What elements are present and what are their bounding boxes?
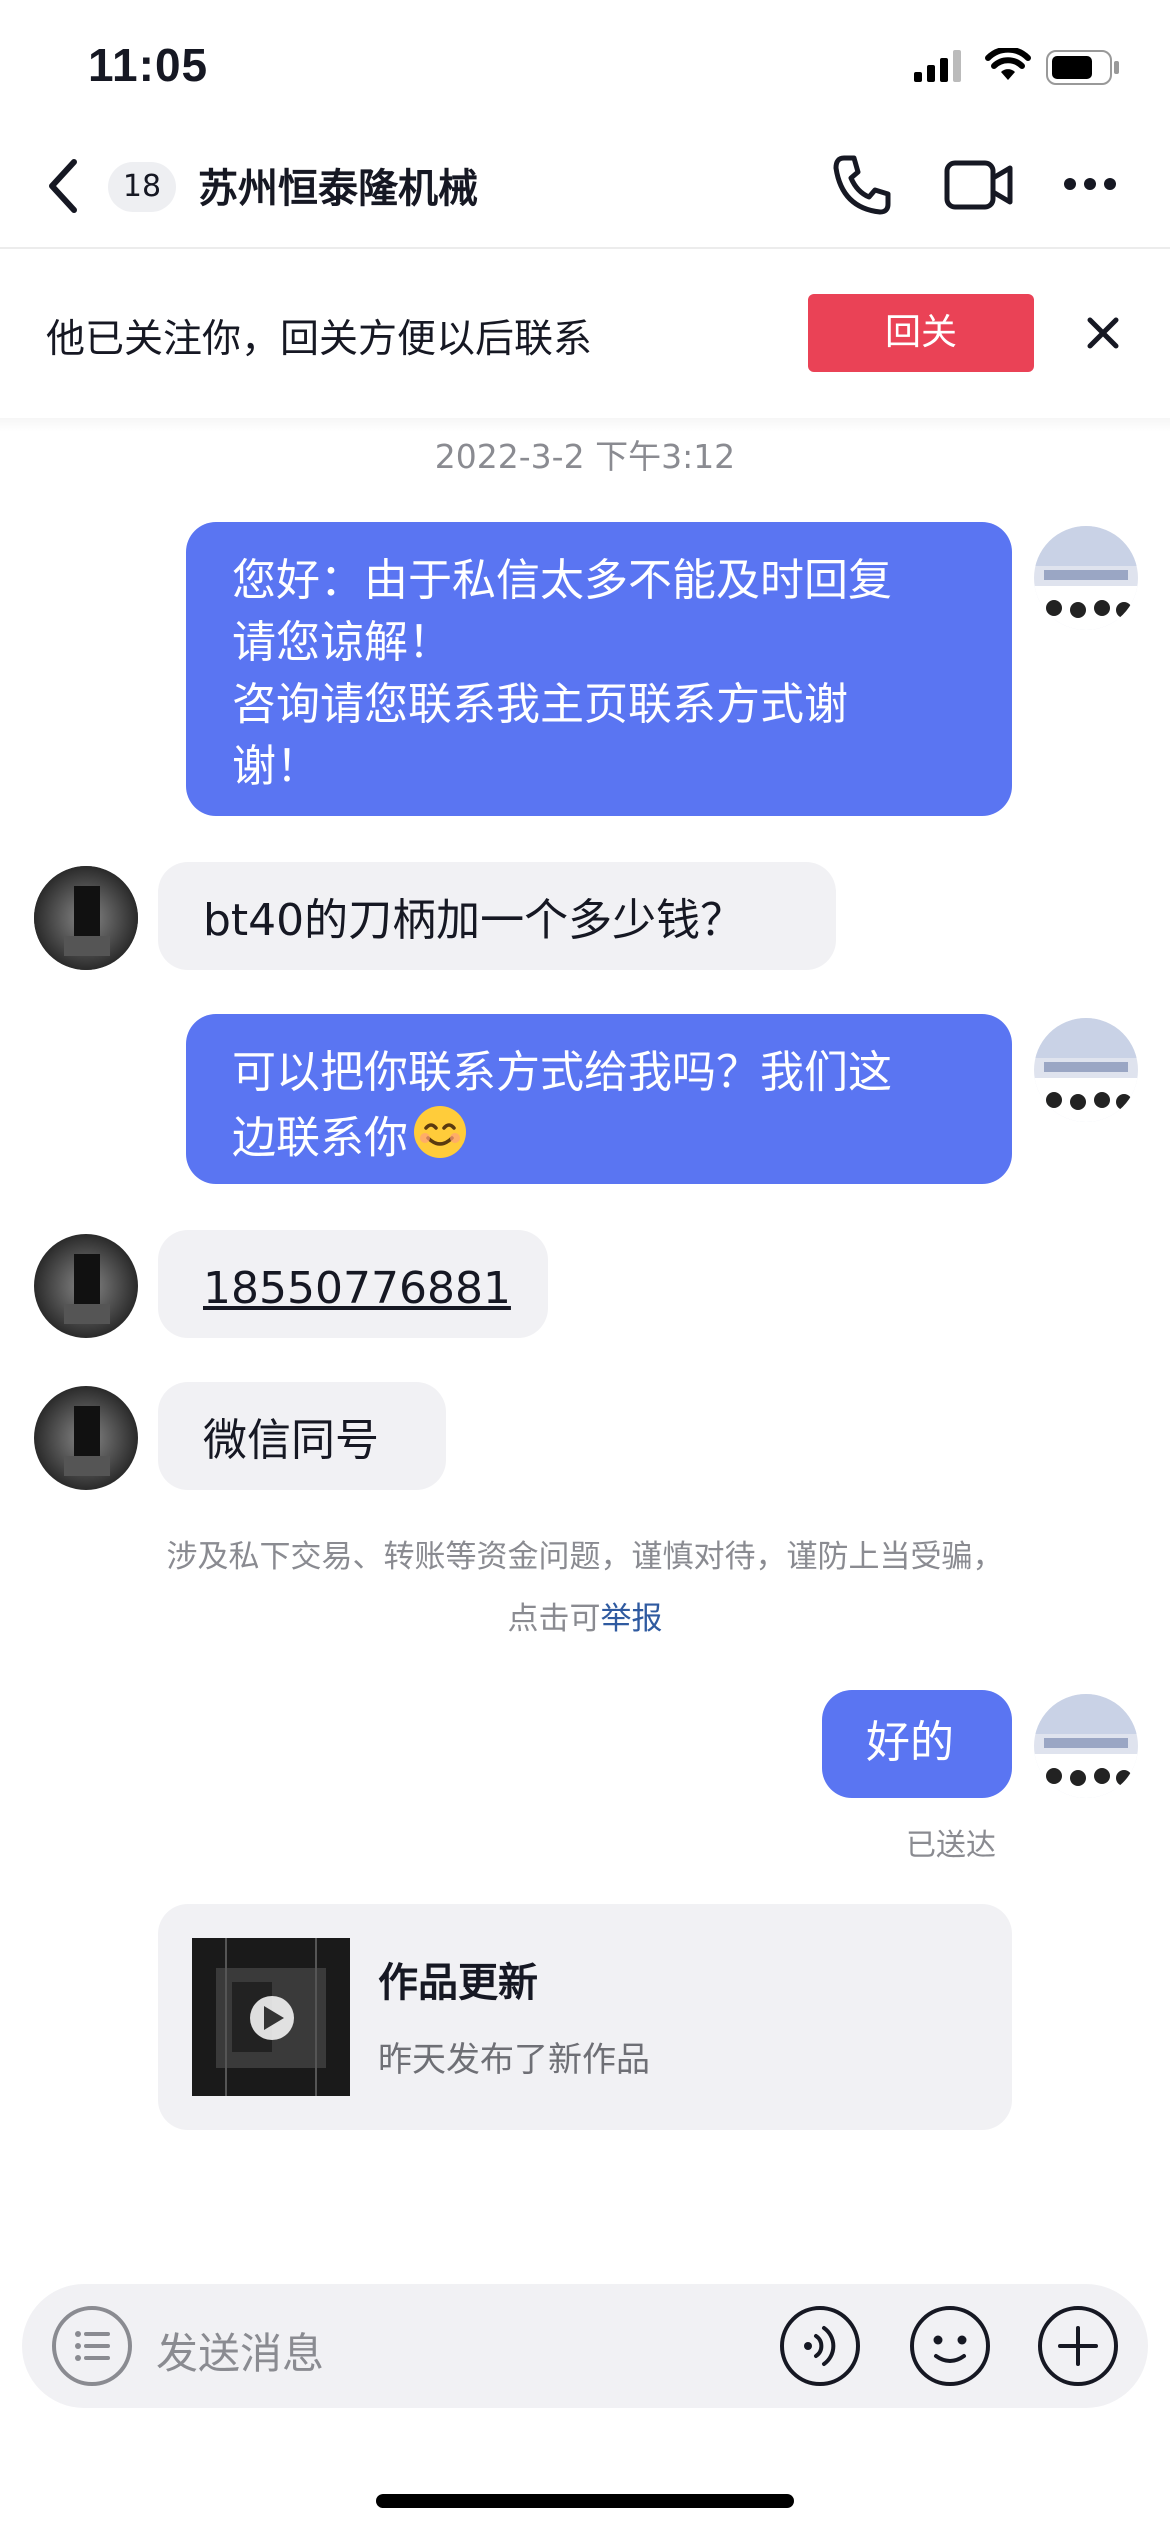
message-line: 可以把你联系方式给我吗？我们这 bbox=[232, 1047, 892, 1098]
chat-title[interactable]: 苏州恒泰隆机械 bbox=[198, 156, 478, 214]
message-line: 边联系你 bbox=[232, 1104, 966, 1177]
message-line: 请您谅解！ bbox=[232, 617, 452, 668]
message-bubble-outgoing[interactable]: 可以把你联系方式给我吗？我们这 边联系你 bbox=[186, 1014, 1012, 1184]
card-title: 作品更新 bbox=[378, 1960, 538, 2006]
safety-notice-line: 点击可举报 bbox=[507, 1601, 663, 1637]
close-icon[interactable] bbox=[1086, 316, 1120, 354]
contact-avatar[interactable] bbox=[34, 1234, 138, 1338]
message-bubble-outgoing[interactable]: 好的 bbox=[822, 1690, 1012, 1798]
smile-emoji-icon bbox=[412, 1104, 468, 1177]
follow-back-button[interactable]: 回关 bbox=[808, 294, 1034, 372]
message-bubble-incoming[interactable]: 微信同号 bbox=[158, 1382, 446, 1490]
wifi-icon bbox=[985, 46, 1031, 86]
card-subtitle: 昨天发布了新作品 bbox=[378, 2040, 650, 2080]
more-icon[interactable] bbox=[1062, 176, 1118, 196]
emoji-icon[interactable] bbox=[908, 2304, 992, 2392]
report-link[interactable]: 举报 bbox=[601, 1601, 663, 1637]
message-line: 谢！ bbox=[232, 741, 320, 792]
my-avatar[interactable] bbox=[1034, 526, 1138, 630]
phone-number-link[interactable]: 18550776881 bbox=[203, 1263, 511, 1314]
contact-avatar[interactable] bbox=[34, 866, 138, 970]
cellular-signal-icon bbox=[914, 50, 964, 86]
nav-divider bbox=[0, 247, 1170, 249]
message-bubble-incoming[interactable]: bt40的刀柄加一个多少钱？ bbox=[158, 862, 836, 970]
phone-icon[interactable] bbox=[830, 152, 894, 220]
battery-icon bbox=[1046, 50, 1122, 90]
status-time: 11:05 bbox=[88, 39, 209, 91]
video-call-icon[interactable] bbox=[944, 158, 1014, 216]
message-line: 咨询请您联系我主页联系方式谢 bbox=[232, 679, 848, 730]
message-bubble-outgoing[interactable]: 您好：由于私信太多不能及时回复 请您谅解！ 咨询请您联系我主页联系方式谢 谢！ bbox=[186, 522, 1012, 816]
unread-badge[interactable]: 18 bbox=[108, 162, 176, 212]
home-indicator[interactable] bbox=[376, 2494, 794, 2508]
voice-icon[interactable] bbox=[778, 2304, 862, 2392]
message-timestamp: 2022-3-2 下午3:12 bbox=[434, 437, 736, 476]
my-avatar[interactable] bbox=[1034, 1694, 1138, 1798]
back-icon[interactable] bbox=[44, 156, 84, 220]
follow-banner-text: 他已关注你，回关方便以后联系 bbox=[46, 317, 593, 362]
menu-list-icon[interactable] bbox=[50, 2304, 134, 2392]
contact-avatar[interactable] bbox=[34, 1386, 138, 1490]
my-avatar[interactable] bbox=[1034, 1018, 1138, 1122]
video-thumbnail[interactable] bbox=[192, 1938, 350, 2096]
plus-icon[interactable] bbox=[1036, 2304, 1120, 2392]
message-input[interactable]: 发送消息 bbox=[156, 2320, 324, 2381]
safety-notice-line: 涉及私下交易、转账等资金问题，谨慎对待，谨防上当受骗， bbox=[166, 1539, 1004, 1575]
message-bubble-incoming[interactable]: 18550776881 bbox=[158, 1230, 548, 1338]
message-line: 您好：由于私信太多不能及时回复 bbox=[232, 555, 892, 606]
safety-notice: 涉及私下交易、转账等资金问题，谨慎对待，谨防上当受骗， 点击可举报 bbox=[60, 1526, 1110, 1650]
delivered-status: 已送达 bbox=[906, 1828, 996, 1863]
